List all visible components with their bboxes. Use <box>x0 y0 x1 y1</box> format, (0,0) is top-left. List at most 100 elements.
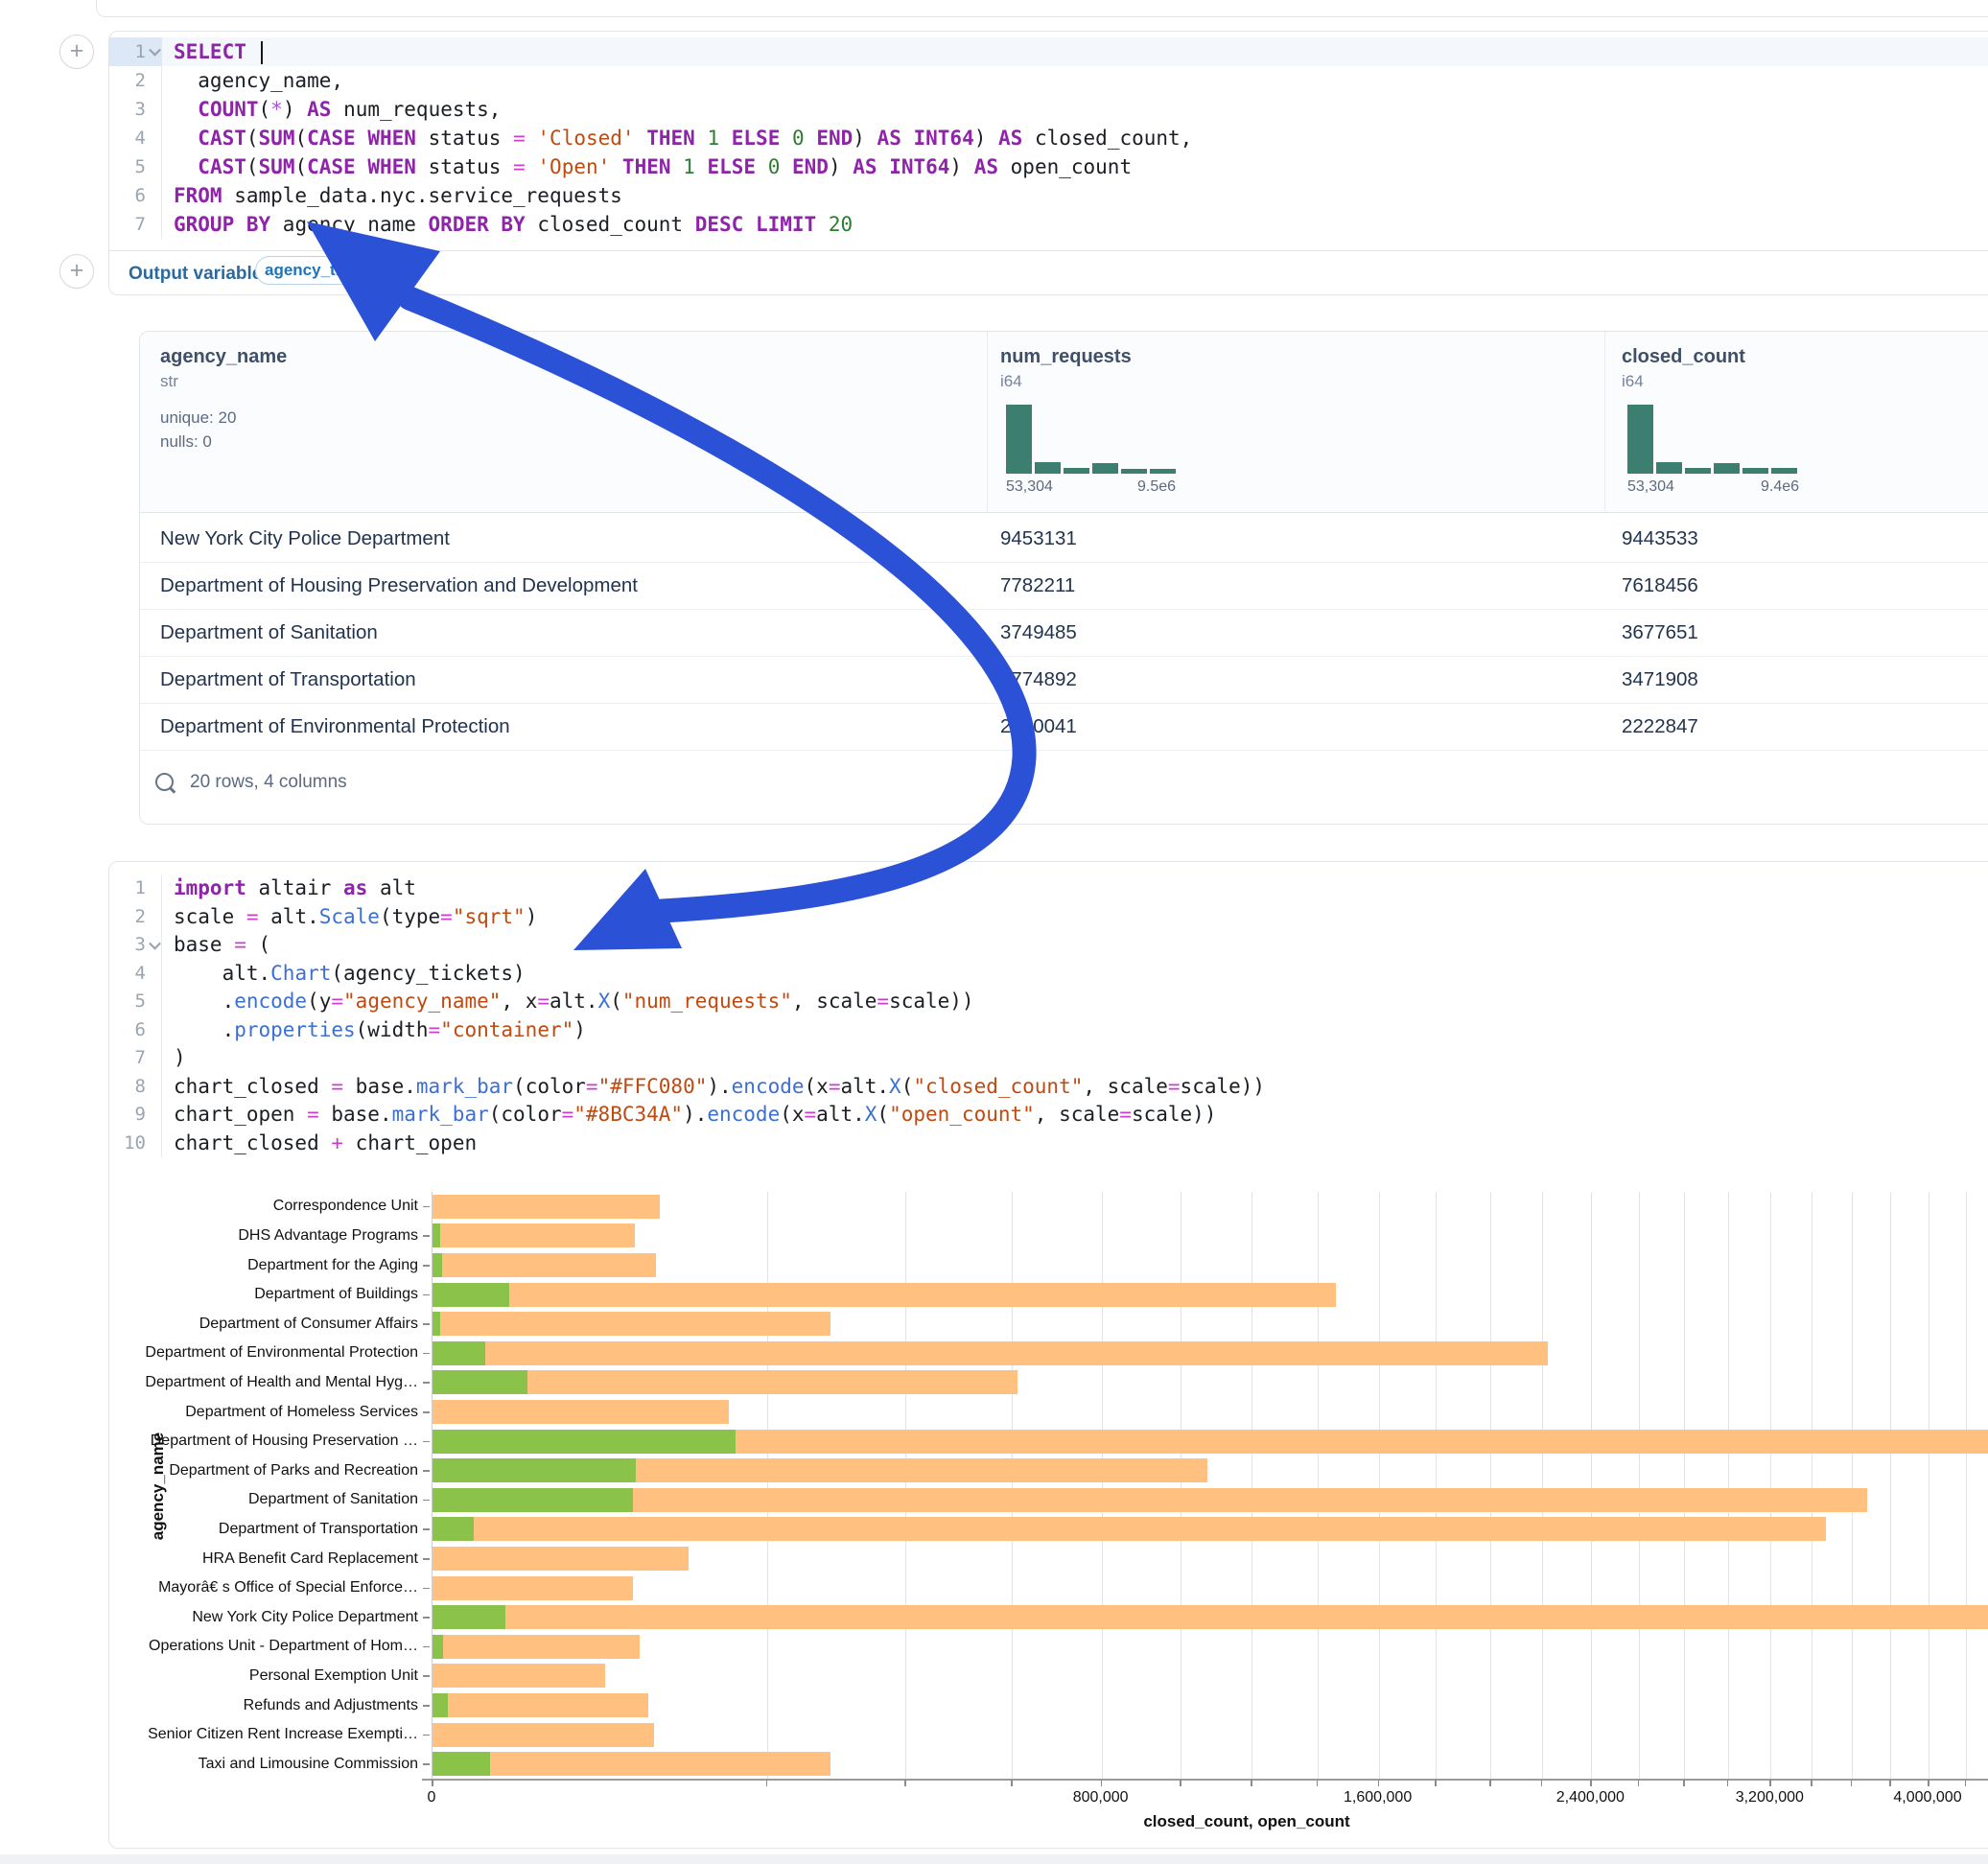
gridline <box>1102 1192 1103 1779</box>
code-line[interactable]: 2scale = alt.Scale(type="sqrt") <box>109 903 1988 932</box>
table-cell: 3677651 <box>1622 609 1698 656</box>
column-header-closed-count[interactable]: closed_count <box>1622 346 1745 368</box>
python-code-editor[interactable]: 1import altair as alt2scale = alt.Scale(… <box>109 874 1988 1157</box>
code-line[interactable]: 7GROUP BY agency_name ORDER BY closed_co… <box>109 210 1988 239</box>
bar-closed-count <box>433 1488 1867 1512</box>
gridline <box>1012 1192 1013 1779</box>
code-line[interactable]: 5 .encode(y="agency_name", x=alt.X("num_… <box>109 988 1988 1016</box>
bar-closed-count <box>433 1283 1336 1307</box>
x-axis-tick <box>1317 1780 1319 1786</box>
sql-cell: 1SELECT 2 agency_name,3 COUNT(*) AS num_… <box>108 31 1988 295</box>
column-type: i64 <box>1000 372 1022 391</box>
x-axis-tick <box>1727 1780 1729 1786</box>
y-axis-tick <box>423 1411 430 1413</box>
chart-x-axis-line <box>422 1779 1988 1781</box>
closed-count-histogram <box>1627 405 1797 474</box>
y-axis-label: New York City Police Department <box>0 1608 418 1627</box>
histogram-bar <box>1685 468 1711 474</box>
bar-closed-count <box>433 1517 1826 1541</box>
table-cell: 9443533 <box>1622 515 1698 562</box>
x-axis-tick-label: 2,400,000 <box>1532 1789 1648 1806</box>
y-axis-label: Department of Consumer Affairs <box>0 1315 418 1334</box>
code-line[interactable]: 5 CAST(SUM(CASE WHEN status = 'Open' THE… <box>109 152 1988 181</box>
gridline <box>1490 1192 1491 1779</box>
y-axis-tick <box>423 1470 430 1472</box>
x-axis-tick <box>1889 1780 1891 1786</box>
bar-closed-count <box>433 1312 830 1336</box>
x-axis-tick <box>1851 1780 1853 1786</box>
code-line[interactable]: 7) <box>109 1044 1988 1073</box>
histogram-bar <box>1771 468 1797 474</box>
y-axis-label: Mayorâ€ s Office of Special Enforce… <box>0 1578 418 1597</box>
cell-gap <box>0 1854 1988 1864</box>
code-line[interactable]: 6 .properties(width="container") <box>109 1016 1988 1045</box>
x-axis-tick <box>1638 1780 1640 1786</box>
table-row: Department of Housing Preservation and D… <box>140 562 1988 610</box>
table-cell: 3774892 <box>1000 656 1077 703</box>
x-axis-tick <box>1435 1780 1437 1786</box>
x-axis-tick-label: 1,600,000 <box>1321 1789 1436 1806</box>
gridline <box>1591 1192 1592 1779</box>
column-stat-nulls: nulls: 0 <box>160 432 212 452</box>
gridline <box>1852 1192 1853 1779</box>
hist-min-label: 53,304 <box>1006 478 1053 496</box>
code-line[interactable]: 3base = ( <box>109 931 1988 960</box>
table-output-card: agency_name str unique: 20 nulls: 0 num_… <box>139 331 1988 825</box>
bar-open-count <box>433 1752 490 1776</box>
column-divider <box>987 332 988 512</box>
sql-code-editor[interactable]: 1SELECT 2 agency_name,3 COUNT(*) AS num_… <box>109 37 1988 239</box>
code-line[interactable]: 1import altair as alt <box>109 874 1988 903</box>
column-header-num-requests[interactable]: num_requests <box>1000 346 1132 368</box>
gridline <box>1379 1192 1380 1779</box>
gridline <box>905 1192 906 1779</box>
search-icon[interactable] <box>155 773 174 791</box>
bar-open-count <box>433 1283 509 1307</box>
table-cell: 3749485 <box>1000 609 1077 656</box>
table-cell: Department of Housing Preservation and D… <box>160 562 638 609</box>
collapse-chevron-icon[interactable] <box>149 44 161 57</box>
y-axis-label: Department of Buildings <box>0 1285 418 1304</box>
histogram-bar <box>1656 462 1682 474</box>
code-line[interactable]: 4 alt.Chart(agency_tickets) <box>109 960 1988 989</box>
column-header-agency-name[interactable]: agency_name <box>160 346 287 368</box>
gridline <box>1318 1192 1319 1779</box>
gridline <box>1251 1192 1252 1779</box>
x-axis-tick-label: 3,200,000 <box>1712 1789 1827 1806</box>
histogram-bar <box>1006 405 1032 474</box>
hist-max-label: 9.4e6 <box>1761 478 1799 496</box>
code-line[interactable]: 9chart_open = base.mark_bar(color="#8BC3… <box>109 1101 1988 1130</box>
gridline <box>1542 1192 1543 1779</box>
x-axis-tick <box>766 1780 768 1786</box>
collapse-chevron-icon[interactable] <box>149 938 161 950</box>
code-line[interactable]: 6FROM sample_data.nyc.service_requests <box>109 181 1988 210</box>
bar-closed-count <box>433 1341 1548 1365</box>
y-axis-tick <box>423 1558 430 1560</box>
code-line[interactable]: 1SELECT <box>109 37 1988 66</box>
code-line[interactable]: 8chart_closed = base.mark_bar(color="#FF… <box>109 1073 1988 1102</box>
y-axis-label: Personal Exemption Unit <box>0 1666 418 1686</box>
add-cell-button-top[interactable]: + <box>59 35 94 69</box>
y-axis-tick <box>423 1441 430 1443</box>
code-line[interactable]: 4 CAST(SUM(CASE WHEN status = 'Closed' T… <box>109 124 1988 152</box>
x-axis-tick <box>1683 1780 1685 1786</box>
bar-closed-count <box>433 1576 633 1600</box>
bar-closed-count <box>433 1195 660 1219</box>
x-axis-tick <box>1378 1780 1380 1786</box>
y-axis-label: Operations Unit - Department of Hom… <box>0 1637 418 1656</box>
x-axis-tick <box>1101 1780 1103 1786</box>
code-line[interactable]: 3 COUNT(*) AS num_requests, <box>109 95 1988 124</box>
code-line[interactable]: 2 agency_name, <box>109 66 1988 95</box>
gridline <box>767 1192 768 1779</box>
code-line[interactable]: 10chart_closed + chart_open <box>109 1130 1988 1158</box>
x-axis-tick <box>1928 1780 1930 1786</box>
y-axis-tick <box>423 1528 430 1530</box>
table-cell: Department of Sanitation <box>160 609 378 656</box>
gridline <box>1770 1192 1771 1779</box>
output-variable-input[interactable]: agency_tickets <box>255 256 370 285</box>
output-variable-label: Output variable: <box>129 264 269 285</box>
add-cell-button-output[interactable]: + <box>59 254 94 289</box>
histogram-bar <box>1150 469 1176 474</box>
column-type: i64 <box>1622 372 1644 391</box>
histogram-bar <box>1742 468 1768 474</box>
table-cell: 3471908 <box>1622 656 1698 703</box>
